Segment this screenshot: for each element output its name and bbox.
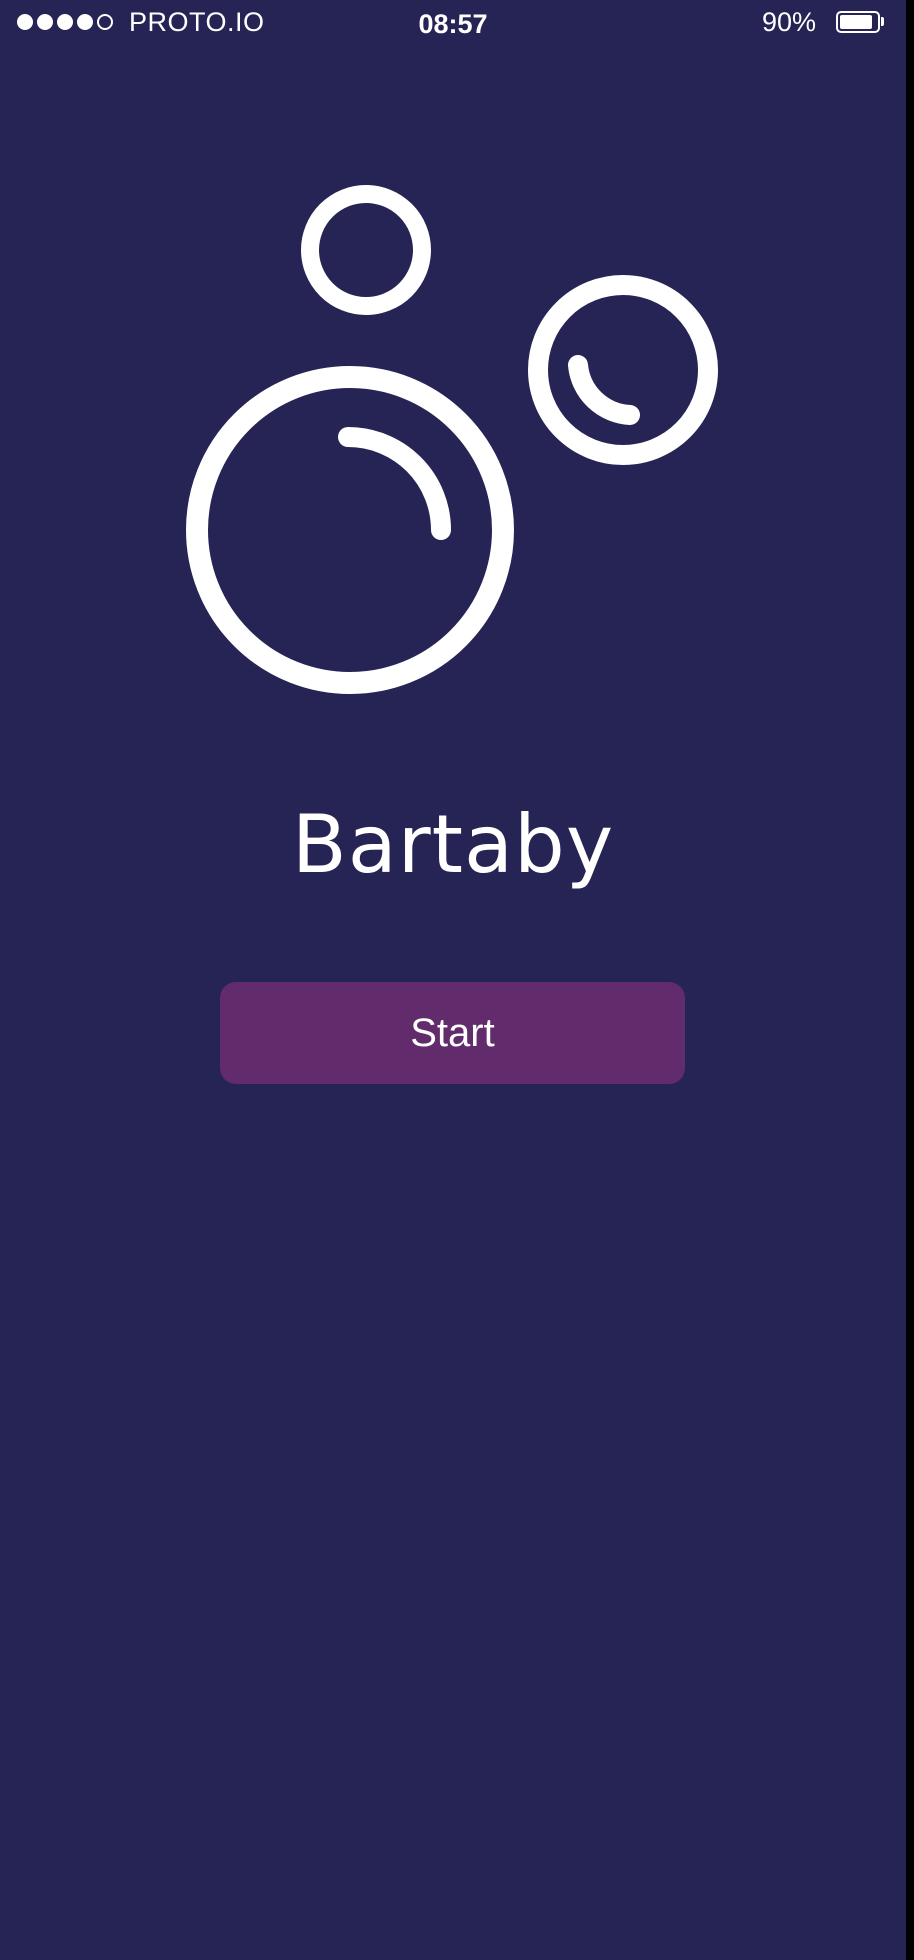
medium-bubble-shine (568, 355, 640, 425)
screen-edge (906, 0, 914, 1960)
start-button[interactable]: Start (220, 982, 685, 1084)
large-bubble-shine (338, 427, 451, 540)
large-bubble (186, 366, 514, 694)
bubbles-logo-icon (186, 185, 718, 694)
small-bubble (301, 185, 431, 315)
medium-bubble (528, 275, 718, 465)
app-screen: PROTO.IO 08:57 90% Bartaby Start (0, 0, 906, 1960)
app-title: Bartaby (291, 798, 615, 891)
